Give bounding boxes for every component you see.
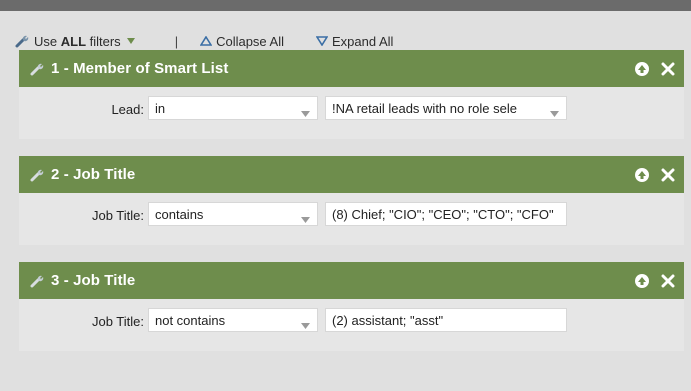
remove-filter-button[interactable] xyxy=(658,271,678,291)
expand-all-button[interactable]: Expand All xyxy=(316,34,393,49)
filter-body: Lead: in !NA retail leads with no role s… xyxy=(19,87,684,139)
operator-select[interactable]: not contains xyxy=(148,308,318,332)
filter-title: 1 - Member of Smart List xyxy=(51,60,229,77)
move-up-button[interactable] xyxy=(632,59,652,79)
collapse-all-label: Collapse All xyxy=(216,33,285,49)
filter-title: 3 - Job Title xyxy=(51,272,136,289)
filter-card-1: 1 - Member of Smart List Lead: in !NA re… xyxy=(19,50,684,139)
remove-filter-button[interactable] xyxy=(658,59,678,79)
wrench-icon xyxy=(14,33,30,49)
wrench-icon[interactable] xyxy=(29,167,45,183)
arrow-up-icon xyxy=(635,167,649,182)
field-label: Job Title: xyxy=(91,314,144,329)
triangle-down-icon xyxy=(316,36,329,46)
filter-header[interactable]: 2 - Job Title xyxy=(19,156,684,193)
triangle-up-icon xyxy=(200,36,213,46)
field-label: Lead: xyxy=(111,102,144,117)
operator-select[interactable]: contains xyxy=(148,202,318,226)
filter-body: Job Title: not contains (2) assistant; "… xyxy=(19,299,684,351)
value-field[interactable]: (2) assistant; "asst" xyxy=(325,308,567,332)
filter-header[interactable]: 3 - Job Title xyxy=(19,262,684,299)
arrow-up-icon xyxy=(635,273,649,288)
move-up-button[interactable] xyxy=(632,271,652,291)
expand-all-label: Expand All xyxy=(332,33,394,49)
collapse-all-button[interactable]: Collapse All xyxy=(200,34,284,49)
filter-header[interactable]: 1 - Member of Smart List xyxy=(19,50,684,87)
use-all-filters-menu[interactable]: Use ALL filters xyxy=(14,33,139,49)
value-field[interactable]: (8) Chief; "CIO"; "CEO"; "CTO"; "CFO" xyxy=(325,202,567,226)
filter-card-2: 2 - Job Title Job Title: contains (8) Ch… xyxy=(19,156,684,245)
arrow-up-icon xyxy=(635,61,649,76)
chevron-down-icon xyxy=(550,105,559,119)
chevron-down-icon xyxy=(301,317,310,332)
move-up-button[interactable] xyxy=(632,165,652,185)
smart-list-filters-panel: Use ALL filters | Collapse All Expand Al… xyxy=(0,11,691,391)
toolbar-separator: | xyxy=(174,33,179,49)
chevron-down-icon xyxy=(301,211,310,226)
remove-filter-button[interactable] xyxy=(658,165,678,185)
filter-card-3: 3 - Job Title Job Title: not contains (2… xyxy=(19,262,684,351)
value-select[interactable]: !NA retail leads with no role sele xyxy=(325,96,567,120)
close-icon xyxy=(661,168,675,181)
chevron-down-icon xyxy=(301,105,310,120)
chevron-down-icon xyxy=(126,38,135,44)
use-all-filters-label: Use ALL filters xyxy=(34,33,121,49)
field-label: Job Title: xyxy=(91,208,144,223)
filter-title: 2 - Job Title xyxy=(51,166,136,183)
wrench-icon[interactable] xyxy=(29,61,45,77)
operator-select[interactable]: in xyxy=(148,96,318,120)
close-icon xyxy=(661,62,675,75)
close-icon xyxy=(661,274,675,287)
filter-body: Job Title: contains (8) Chief; "CIO"; "C… xyxy=(19,193,684,245)
wrench-icon[interactable] xyxy=(29,273,45,289)
